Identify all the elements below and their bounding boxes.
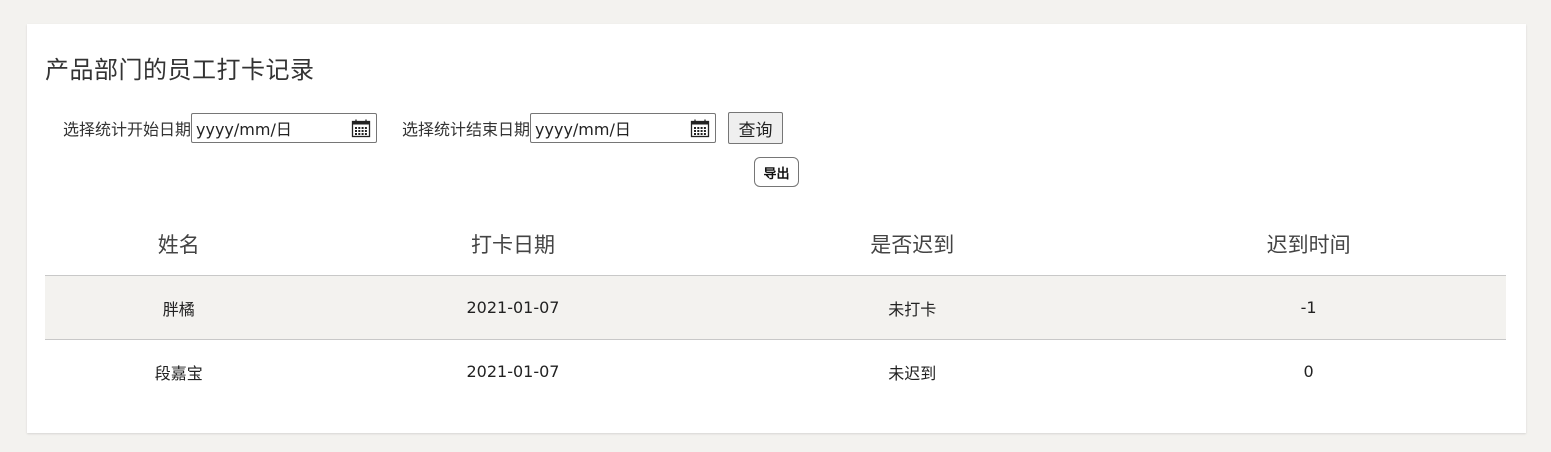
date-filter-row: 选择统计开始日期 yyyy/mm/日 选择统计结束日期 yyyy/mm/日 查询 [63,111,784,145]
end-date-input[interactable]: yyyy/mm/日 [530,113,717,143]
cell-late-time: -1 [1111,275,1506,340]
table-header-row: 姓名 打卡日期 是否迟到 迟到时间 [45,212,1506,276]
column-header-late-time: 迟到时间 [1111,212,1506,276]
cell-date: 2021-01-07 [466,362,560,381]
start-date-value: yyyy/mm/日 [196,120,292,139]
calendar-icon[interactable] [690,118,710,138]
export-button[interactable]: 导出 [754,157,799,187]
cell-late-status: 未打卡 [713,275,1112,340]
cell-name: 段嘉宝 [154,363,203,383]
end-date-value: yyyy/mm/日 [535,120,631,139]
cell-late-status: 未迟到 [888,363,937,383]
start-date-label: 选择统计开始日期 [63,120,192,139]
cell-late-time: 0 [1303,362,1314,381]
query-button[interactable]: 查询 [728,112,784,144]
table-row: 胖橘 2021-01-07 未打卡 -1 [45,275,1506,340]
calendar-icon[interactable] [351,118,371,138]
page-title: 产品部门的员工打卡记录 [45,56,315,84]
cell-date: 2021-01-07 [312,275,714,340]
table-row: 段嘉宝 2021-01-07 未迟到 0 [45,340,1506,404]
attendance-table: 姓名 打卡日期 是否迟到 迟到时间 胖橘 2021-01-07 未打卡 -1 段… [45,212,1506,403]
cell-name: 胖橘 [45,275,313,340]
start-date-input[interactable]: yyyy/mm/日 [191,113,378,143]
records-panel: 产品部门的员工打卡记录 选择统计开始日期 yyyy/mm/日 选择统计结束日期 … [27,24,1526,433]
column-header-late: 是否迟到 [713,212,1112,276]
column-header-name: 姓名 [45,212,313,276]
end-date-label: 选择统计结束日期 [402,120,531,139]
column-header-date: 打卡日期 [312,212,714,276]
